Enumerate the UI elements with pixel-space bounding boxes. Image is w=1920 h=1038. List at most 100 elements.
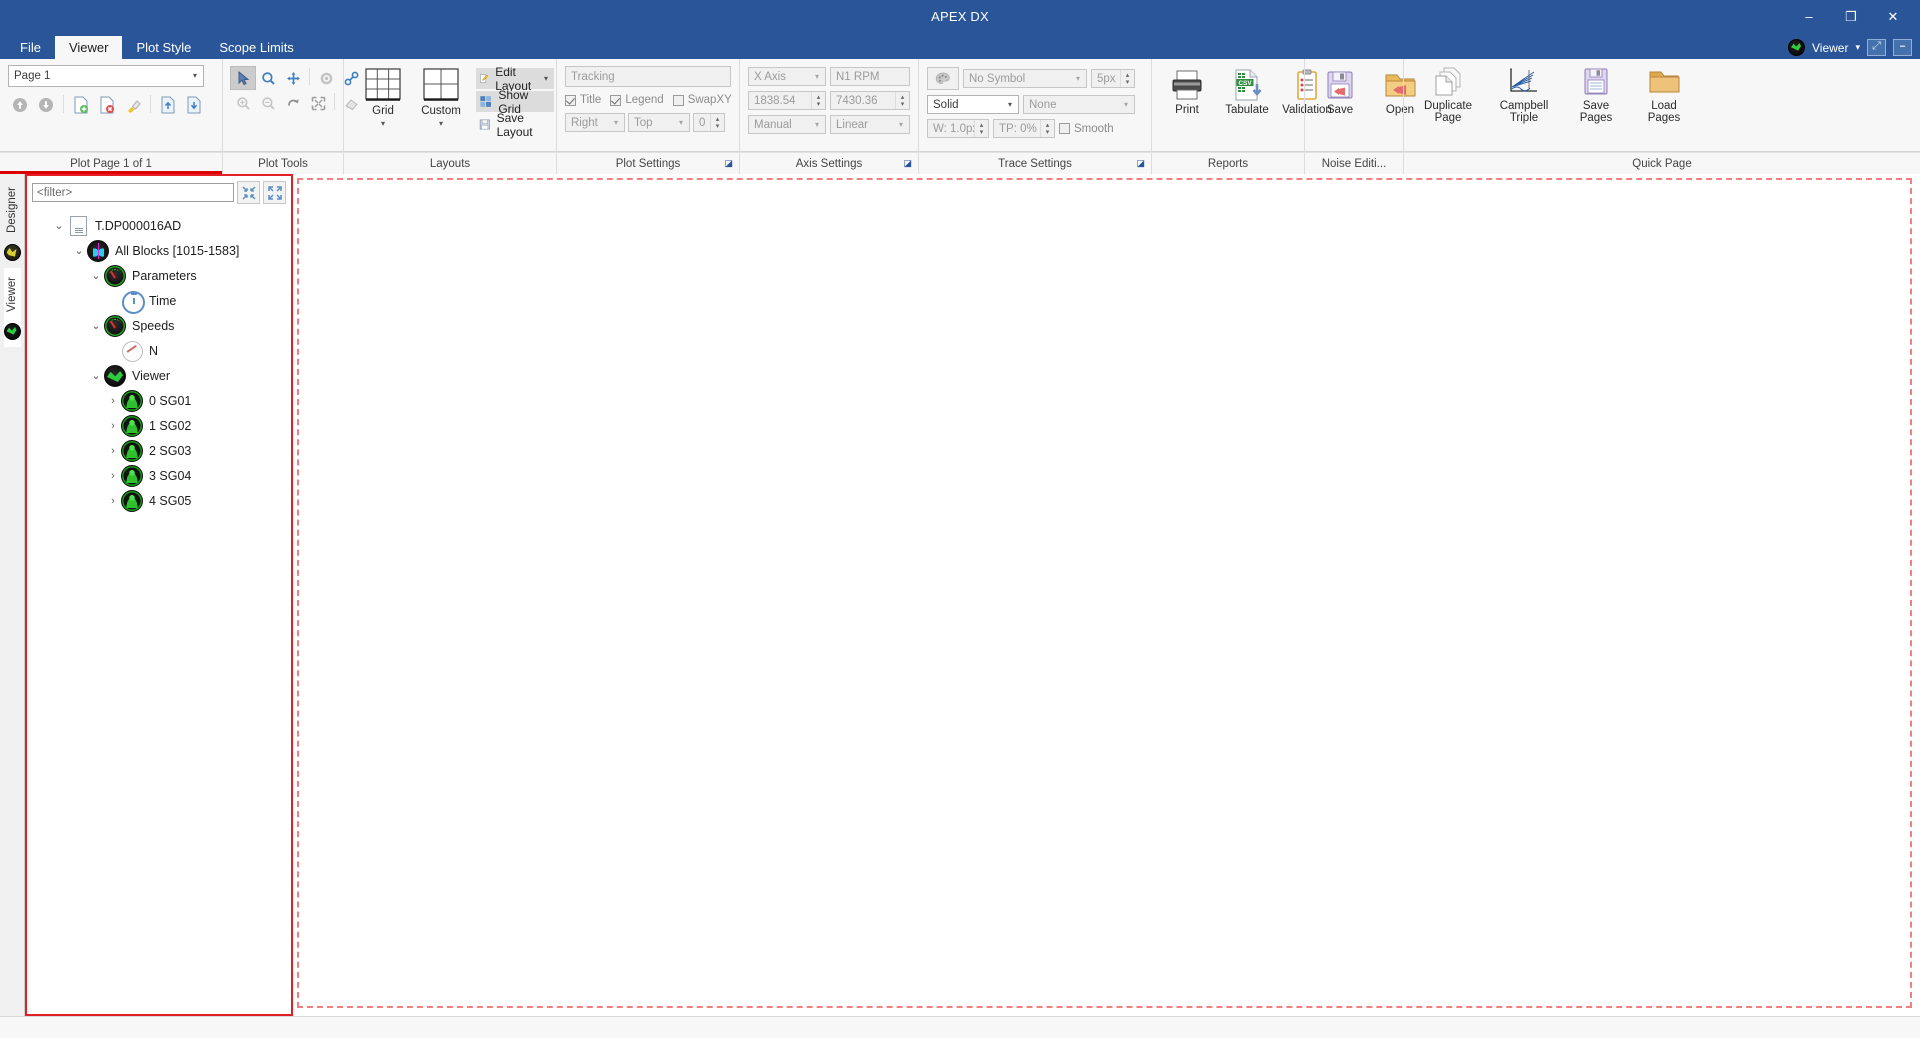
- tree-item-sg01[interactable]: › 0 SG01: [27, 388, 291, 413]
- chevron-right-icon[interactable]: ›: [105, 470, 121, 482]
- tree-item-all-blocks[interactable]: ⌄ All Blocks [1015-1583]: [27, 238, 291, 263]
- tree-item-time[interactable]: Time: [27, 288, 291, 313]
- plot-title-input[interactable]: Tracking: [565, 66, 731, 87]
- ribbon-mode-caret[interactable]: ▾: [1855, 42, 1860, 53]
- tree-item-sg02[interactable]: › 1 SG02: [27, 413, 291, 438]
- trace-symbol-select[interactable]: No Symbol ▾: [963, 69, 1087, 88]
- chevron-down-icon[interactable]: ⌄: [71, 244, 87, 257]
- load-pages-button[interactable]: Load Pages: [1632, 65, 1696, 126]
- smooth-checkbox[interactable]: Smooth: [1059, 123, 1114, 135]
- plot-canvas[interactable]: [297, 178, 1912, 1008]
- title-checkbox[interactable]: Title: [565, 94, 601, 106]
- campbell-triple-button[interactable]: Campbell Triple: [1488, 65, 1560, 126]
- zoom-in-tool[interactable]: [231, 92, 255, 114]
- tree-item-sg04[interactable]: › 3 SG04: [27, 463, 291, 488]
- tree-item-parameters[interactable]: ⌄ Parameters: [27, 263, 291, 288]
- legend-checkbox[interactable]: Legend: [610, 94, 663, 106]
- duplicate-page-button[interactable]: Duplicate Page: [1412, 65, 1484, 126]
- tree-item-file[interactable]: ⌄ T.DP000016AD: [27, 213, 291, 238]
- chevron-right-icon[interactable]: ›: [105, 495, 121, 507]
- sidebar-tab-viewer[interactable]: Viewer: [4, 268, 21, 347]
- spinner-arrows-icon[interactable]: ▴▾: [811, 92, 825, 109]
- remove-page-button[interactable]: [95, 94, 119, 116]
- spinner-arrows-icon[interactable]: ▴▾: [1040, 120, 1054, 137]
- redo-tool[interactable]: [281, 92, 305, 114]
- axis-max-spinner[interactable]: 7430.36 ▴▾: [830, 91, 910, 110]
- tabulate-button[interactable]: CSV Tabulate: [1218, 67, 1276, 118]
- axis-select[interactable]: X Axis ▾: [748, 67, 826, 86]
- spinner-arrows-icon[interactable]: ▴▾: [1120, 70, 1134, 87]
- tree-item-speeds[interactable]: ⌄ Speeds: [27, 313, 291, 338]
- tab-viewer[interactable]: Viewer: [55, 36, 123, 59]
- swapxy-checkbox[interactable]: SwapXY: [673, 94, 732, 106]
- trace-line-style-select[interactable]: Solid ▾: [927, 95, 1019, 114]
- edit-layout-caret[interactable]: ▾: [544, 74, 548, 83]
- trace-width-spinner[interactable]: W: 1.0px ▴▾: [927, 119, 989, 138]
- tree-filter-input[interactable]: <filter>: [32, 183, 234, 202]
- tree-item-viewer[interactable]: ⌄ Viewer: [27, 363, 291, 388]
- edit-layout-button[interactable]: Edit Layout ▾: [476, 68, 554, 89]
- save-pages-button[interactable]: Save Pages: [1564, 65, 1628, 126]
- page-up-button[interactable]: [8, 94, 32, 116]
- chevron-down-icon[interactable]: ⌄: [88, 269, 104, 282]
- spinner-arrows-icon[interactable]: ▴▾: [710, 114, 724, 131]
- spinner-arrows-icon[interactable]: ▴▾: [974, 120, 988, 137]
- select-tool[interactable]: [231, 67, 255, 89]
- import-page-button[interactable]: [156, 94, 180, 116]
- ribbon-minimize-button[interactable]: ━: [1893, 39, 1912, 56]
- zoom-tool[interactable]: [256, 67, 280, 89]
- chevron-down-icon[interactable]: ⌄: [88, 319, 104, 332]
- chevron-right-icon[interactable]: ›: [105, 420, 121, 432]
- tab-plot-style[interactable]: Plot Style: [122, 36, 205, 59]
- data-tree[interactable]: ⌄ T.DP000016AD ⌄ All Blocks [1015-1583] …: [27, 207, 291, 1014]
- zoom-out-tool[interactable]: [256, 92, 280, 114]
- page-down-button[interactable]: [34, 94, 58, 116]
- minimize-window-button[interactable]: –: [1788, 1, 1830, 31]
- export-page-button[interactable]: [182, 94, 206, 116]
- axis-scaling-select[interactable]: Manual ▾: [748, 115, 826, 134]
- pan-tool[interactable]: [281, 67, 305, 89]
- fit-tool[interactable]: [306, 92, 330, 114]
- tab-scope-limits[interactable]: Scope Limits: [205, 36, 307, 59]
- page-selector[interactable]: Page 1 ▾: [8, 65, 204, 87]
- settings-tool[interactable]: [314, 67, 338, 89]
- tree-item-sg03[interactable]: › 2 SG03: [27, 438, 291, 463]
- print-button[interactable]: Print: [1158, 67, 1216, 118]
- noise-save-button[interactable]: Save: [1311, 67, 1369, 118]
- grid-layout-button[interactable]: Grid ▾: [354, 65, 412, 130]
- chevron-down-icon[interactable]: ⌄: [51, 219, 67, 232]
- sidebar-tab-designer[interactable]: Designer: [4, 178, 21, 268]
- plot-settings-dialog-launcher-icon[interactable]: ◪: [724, 158, 733, 169]
- legend-h-position-select[interactable]: Right ▾: [565, 113, 625, 132]
- restore-window-button[interactable]: ❐: [1830, 1, 1872, 31]
- collapse-all-icon[interactable]: [237, 181, 260, 204]
- show-grid-button[interactable]: Show Grid: [476, 91, 554, 112]
- axis-name-input[interactable]: N1 RPM: [830, 67, 910, 86]
- axis-scale-type-select[interactable]: Linear ▾: [830, 115, 910, 134]
- chevron-right-icon[interactable]: ›: [105, 395, 121, 407]
- legend-offset-spinner[interactable]: 0 ▴▾: [693, 113, 725, 132]
- tab-file[interactable]: File: [6, 36, 55, 59]
- add-page-button[interactable]: [69, 94, 93, 116]
- trace-settings-dialog-launcher-icon[interactable]: ◪: [1136, 158, 1145, 169]
- grid-layout-caret[interactable]: ▾: [381, 119, 385, 128]
- ribbon-restore-button[interactable]: ⤢: [1867, 39, 1886, 56]
- close-window-button[interactable]: ✕: [1872, 1, 1914, 31]
- trace-symbol-size-spinner[interactable]: 5px ▴▾: [1091, 69, 1135, 88]
- custom-layout-button[interactable]: Custom ▾: [412, 65, 470, 130]
- trace-fill-select[interactable]: None ▾: [1023, 95, 1135, 114]
- save-layout-button[interactable]: Save Layout: [476, 114, 554, 135]
- custom-layout-caret[interactable]: ▾: [439, 119, 443, 128]
- spinner-arrows-icon[interactable]: ▴▾: [895, 92, 909, 109]
- axis-min-spinner[interactable]: 1838.54 ▴▾: [748, 91, 826, 110]
- clear-page-button[interactable]: [121, 94, 145, 116]
- trace-color-button[interactable]: [927, 67, 959, 90]
- legend-v-position-select[interactable]: Top ▾: [628, 113, 690, 132]
- chevron-right-icon[interactable]: ›: [105, 445, 121, 457]
- axis-settings-dialog-launcher-icon[interactable]: ◪: [903, 158, 912, 169]
- plot-area[interactable]: [293, 174, 1920, 1016]
- tree-item-sg05[interactable]: › 4 SG05: [27, 488, 291, 513]
- expand-all-icon[interactable]: [263, 181, 286, 204]
- chevron-down-icon[interactable]: ⌄: [88, 369, 104, 382]
- trace-transparency-spinner[interactable]: TP: 0% ▴▾: [993, 119, 1055, 138]
